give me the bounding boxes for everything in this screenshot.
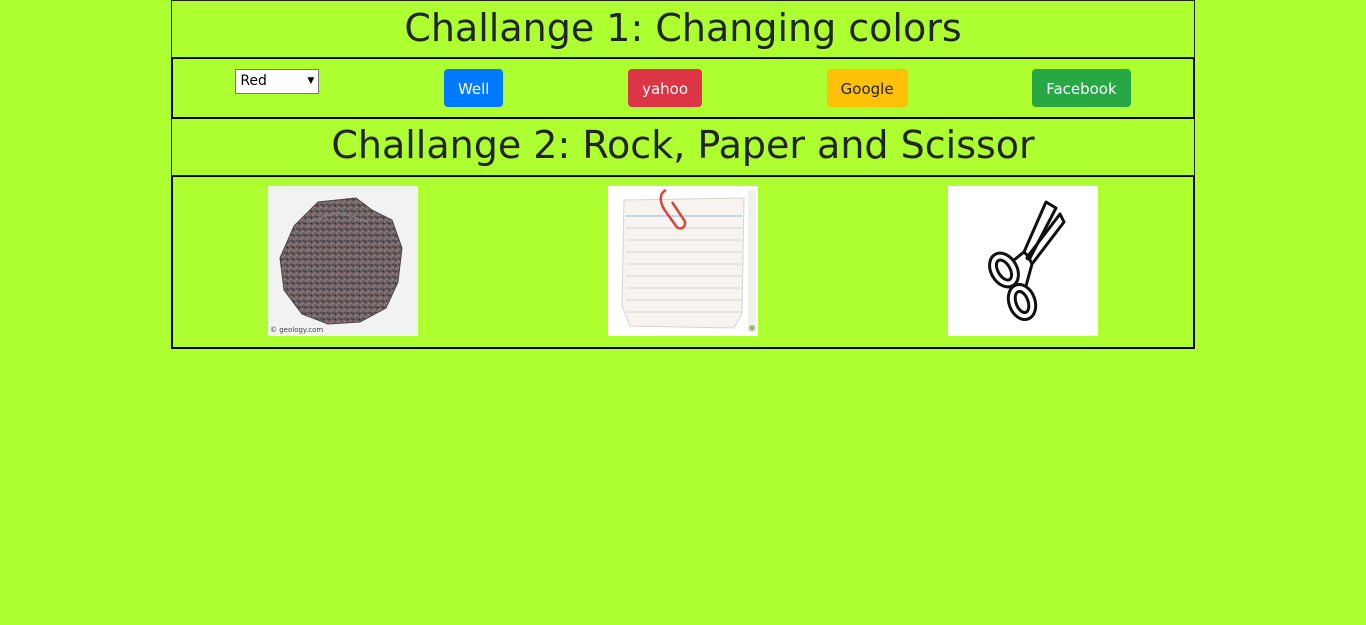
- color-select-value: Red: [240, 73, 267, 89]
- page-container: Challange 1: Changing colors Red ▼ Well …: [171, 0, 1195, 349]
- challenge-1-buttons-row: Red ▼ Well yahoo Google Facebook: [171, 58, 1195, 119]
- challenge-1-title: Challange 1: Changing colors: [171, 0, 1195, 58]
- chevron-down-icon: ▼: [307, 76, 315, 86]
- yahoo-button[interactable]: yahoo: [628, 69, 703, 107]
- challenge-2-title: Challange 2: Rock, Paper and Scissor: [171, 119, 1195, 176]
- challenge-2-heading: Challange 2: Rock, Paper and Scissor: [331, 123, 1035, 167]
- google-button[interactable]: Google: [826, 69, 908, 107]
- challenge-2-images-row: © geology.com: [171, 176, 1195, 349]
- challenge-1-heading: Challange 1: Changing colors: [404, 6, 962, 50]
- paper-image[interactable]: [608, 186, 758, 336]
- rock-caption: © geology.com: [270, 326, 323, 334]
- rock-image[interactable]: © geology.com: [268, 186, 418, 336]
- well-button[interactable]: Well: [443, 69, 504, 107]
- facebook-button[interactable]: Facebook: [1032, 69, 1131, 107]
- color-select[interactable]: Red ▼: [235, 69, 320, 94]
- scissor-image[interactable]: [948, 186, 1098, 336]
